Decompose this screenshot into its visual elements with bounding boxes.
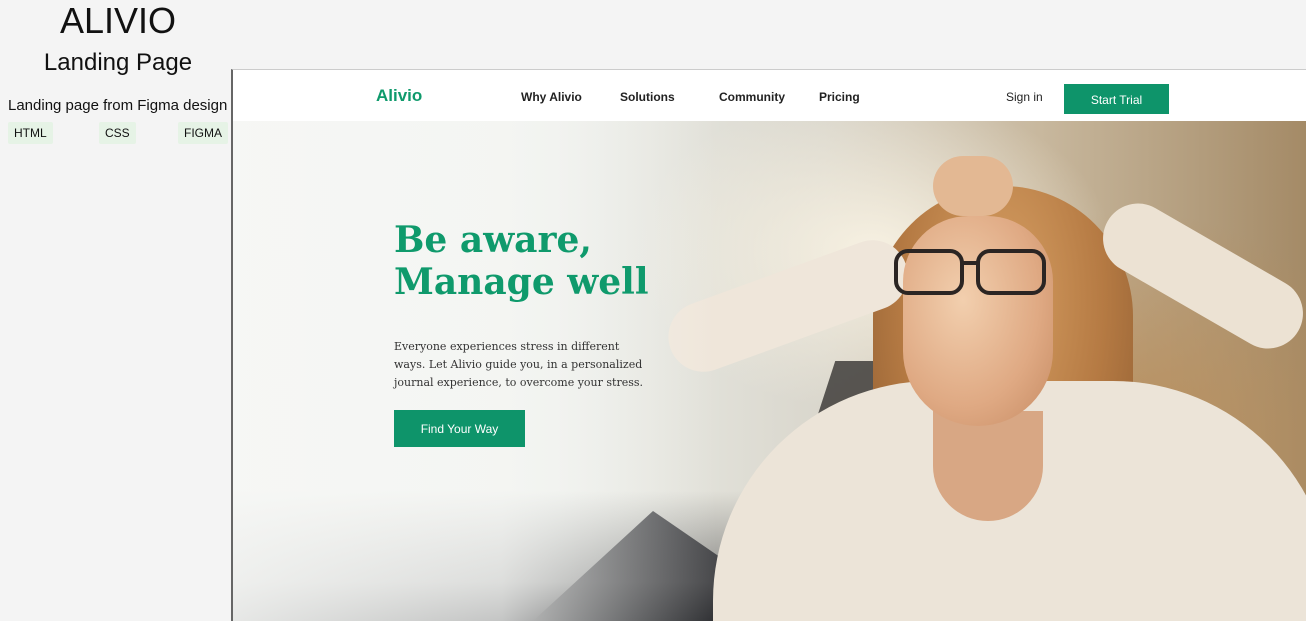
tag-css[interactable]: CSS [99,122,136,144]
project-description: Landing page from Figma design [8,97,228,114]
nav-community[interactable]: Community [719,90,785,104]
hero-body: Everyone experiences stress in different… [394,340,643,389]
project-info-panel: ALIVIO Landing Page Landing page from Fi… [0,0,232,620]
nav-pricing[interactable]: Pricing [819,90,860,104]
top-nav: Alivio Why Alivio Solutions Community Pr… [233,70,1306,121]
nav-why-alivio[interactable]: Why Alivio [521,90,582,104]
headline-line-1: Be aware, [394,219,592,261]
tag-figma[interactable]: FIGMA [178,122,228,144]
headline-line-2: Manage well [394,261,649,303]
project-title: ALIVIO [59,0,177,41]
project-subtitle: Landing Page [43,49,193,76]
hero-section: Be aware, Manage well Everyone experienc… [233,121,1306,621]
start-trial-button[interactable]: Start Trial [1064,84,1169,114]
tag-html[interactable]: HTML [8,122,53,144]
brand-logo[interactable]: Alivio [376,86,422,106]
find-your-way-button[interactable]: Find Your Way [394,410,525,447]
landing-preview: Alivio Why Alivio Solutions Community Pr… [231,69,1306,621]
hero-headline: Be aware, Manage well [394,219,649,303]
sign-in-link[interactable]: Sign in [1006,90,1043,104]
nav-solutions[interactable]: Solutions [620,90,675,104]
